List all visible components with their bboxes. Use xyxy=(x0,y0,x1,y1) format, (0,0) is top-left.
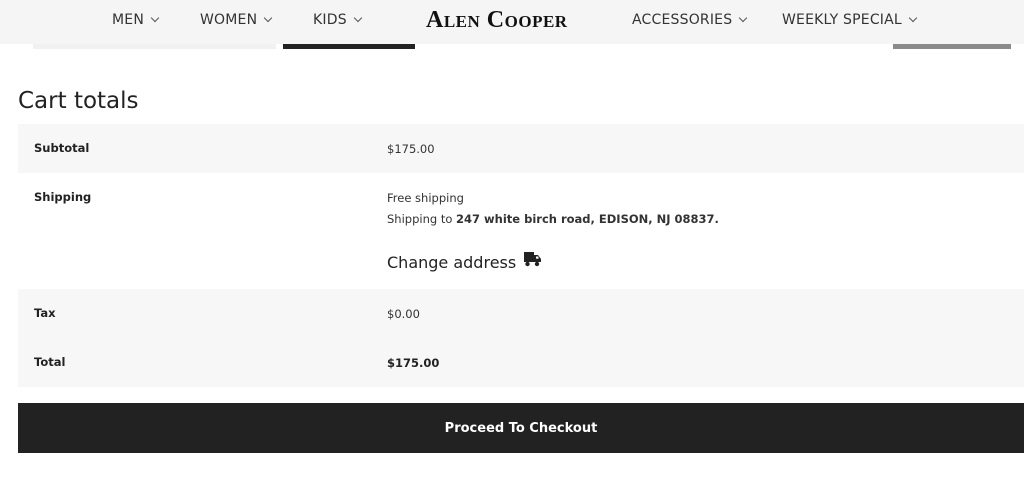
tax-row: Tax $0.00 xyxy=(18,289,1024,338)
subtotal-row: Subtotal $175.00 xyxy=(18,124,1024,173)
shipping-to-prefix: Shipping to xyxy=(387,212,457,226)
subtotal-label: Subtotal xyxy=(34,141,90,155)
nav-item-label: KIDS xyxy=(313,12,347,28)
nav-item-accessories[interactable]: ACCESSORIES xyxy=(632,12,748,28)
page-divider xyxy=(33,44,276,49)
chevron-down-icon xyxy=(353,13,363,23)
shipping-destination: Shipping to 247 white birch road, EDISON… xyxy=(387,212,719,226)
shipping-label: Shipping xyxy=(34,190,92,204)
nav-item-kids[interactable]: KIDS xyxy=(313,12,363,28)
shipping-address: 247 white birch road, EDISON, NJ 08837. xyxy=(456,212,719,226)
truck-icon xyxy=(524,252,542,271)
tax-value: $0.00 xyxy=(387,307,420,321)
change-address-label: Change address xyxy=(387,253,517,272)
nav-item-label: ACCESSORIES xyxy=(632,12,733,28)
proceed-to-checkout-button[interactable]: Proceed To Checkout xyxy=(18,403,1024,453)
chevron-down-icon xyxy=(739,13,748,23)
chevron-down-icon xyxy=(150,13,160,23)
total-value: $175.00 xyxy=(387,356,440,370)
subtotal-value: $175.00 xyxy=(387,142,435,156)
total-row: Total $175.00 xyxy=(18,338,1024,387)
chevron-down-icon xyxy=(908,13,918,23)
site-header: MEN WOMEN KIDS Alen Cooper ACCESSORIES W… xyxy=(0,0,1024,44)
nav-item-label: WEEKLY SPECIAL xyxy=(782,12,902,28)
cart-totals-table: Subtotal $175.00 Shipping Free shipping … xyxy=(18,124,1024,387)
page-divider xyxy=(283,44,415,49)
nav-item-label: WOMEN xyxy=(200,12,258,28)
site-logo[interactable]: Alen Cooper xyxy=(426,7,568,34)
change-address-link[interactable]: Change address xyxy=(387,252,542,273)
chevron-down-icon xyxy=(264,13,273,23)
shipping-row: Shipping Free shipping Shipping to 247 w… xyxy=(18,173,1024,289)
tax-label: Tax xyxy=(34,306,56,320)
shipping-method: Free shipping xyxy=(387,191,464,205)
cart-totals-title: Cart totals xyxy=(18,88,139,114)
nav-item-label: MEN xyxy=(112,12,144,28)
nav-item-weekly-special[interactable]: WEEKLY SPECIAL xyxy=(782,12,918,28)
nav-item-women[interactable]: WOMEN xyxy=(200,12,273,28)
total-label: Total xyxy=(34,355,66,369)
page-divider xyxy=(893,44,1011,49)
nav-item-men[interactable]: MEN xyxy=(112,12,160,28)
